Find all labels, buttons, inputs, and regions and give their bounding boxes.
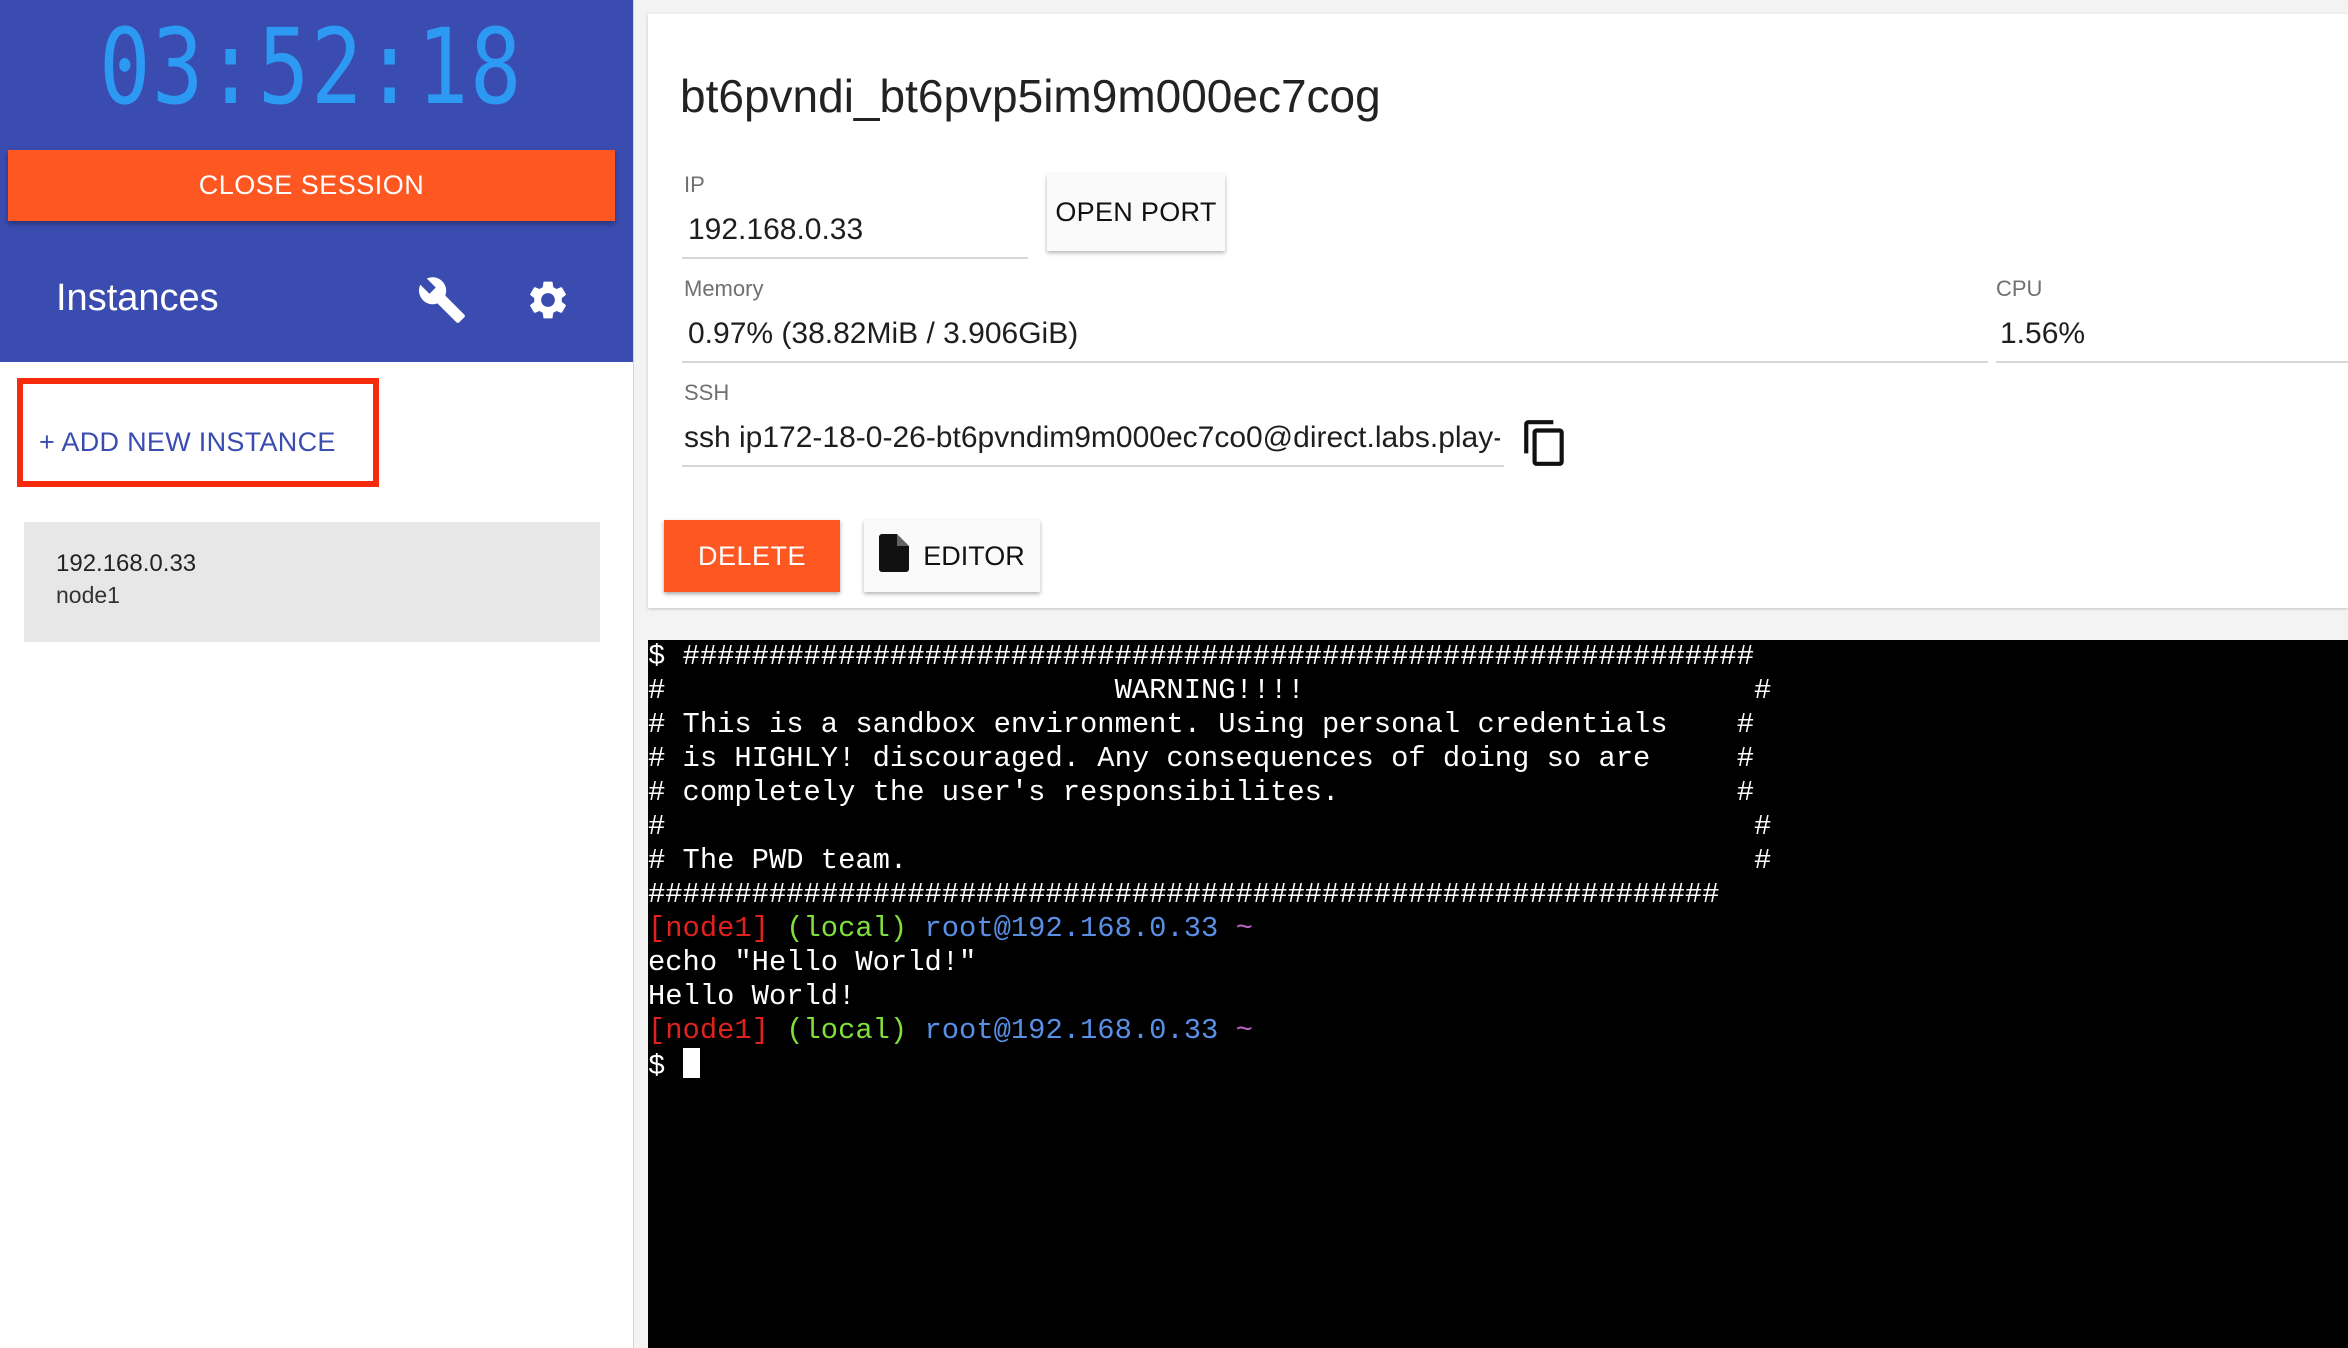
input-prefix: $	[648, 1050, 683, 1083]
prompt-dir: ~	[1235, 1014, 1253, 1047]
terminal-banner-line: # is HIGHLY! discouraged. Any consequenc…	[648, 742, 1754, 775]
instances-title: Instances	[56, 277, 219, 319]
ip-field[interactable]: 192.168.0.33	[688, 210, 1028, 250]
prompt-env: (local)	[786, 1014, 908, 1047]
memory-label: Memory	[684, 276, 764, 301]
ssh-label: SSH	[684, 380, 730, 405]
terminal-command: echo "Hello World!"	[648, 946, 977, 979]
prompt-host: [node1]	[648, 912, 769, 945]
terminal-input-line[interactable]: $	[648, 1048, 2348, 1083]
terminal-banner-line: # This is a sandbox environment. Using p…	[648, 708, 1754, 741]
instance-name: node1	[56, 582, 120, 608]
editor-button[interactable]: EDITOR	[864, 520, 1040, 592]
terminal-banner-line: # The PWD team. #	[648, 844, 1772, 877]
open-port-button[interactable]: OPEN PORT	[1047, 174, 1225, 251]
terminal-banner-line: # #	[648, 810, 1772, 843]
cpu-field: 1.56%	[2000, 317, 2086, 350]
gear-icon[interactable]	[520, 272, 576, 328]
terminal-cursor	[682, 1048, 700, 1078]
wrench-icon[interactable]	[414, 272, 470, 328]
prompt-user: root@192.168.0.33	[924, 1014, 1219, 1047]
terminal-banner-line: ########################################…	[648, 878, 1720, 911]
delete-button[interactable]: DELETE	[664, 520, 840, 592]
terminal-prompt: [node1] (local) root@192.168.0.33 ~	[648, 1014, 2348, 1048]
prompt-host: [node1]	[648, 1014, 769, 1047]
instance-ip: 192.168.0.33	[56, 550, 197, 577]
instance-list-item[interactable]: 192.168.0.33 node1	[24, 522, 600, 642]
ssh-field[interactable]: ssh ip172-18-0-26-bt6pvndim9m000ec7co0@d…	[684, 418, 1500, 458]
sidebar-header: 03:52:18 CLOSE SESSION Instances	[0, 0, 633, 362]
ip-label: IP	[684, 172, 705, 197]
terminal-banner-line: # WARNING!!!! #	[648, 674, 1772, 707]
file-icon	[879, 533, 910, 579]
terminal[interactable]: $ ######################################…	[648, 640, 2348, 1348]
editor-button-label: EDITOR	[923, 540, 1025, 571]
terminal-prompt: [node1] (local) root@192.168.0.33 ~	[648, 912, 2348, 946]
memory-field: 0.97% (38.82MiB / 3.906GiB)	[688, 317, 1079, 350]
terminal-banner-line: # completely the user's responsibilites.…	[648, 776, 1754, 809]
cpu-underline	[1996, 361, 2348, 363]
sidebar: 03:52:18 CLOSE SESSION Instances + ADD N…	[0, 0, 634, 1348]
memory-underline	[682, 361, 1988, 363]
close-session-button[interactable]: CLOSE SESSION	[8, 150, 615, 221]
copy-icon[interactable]	[1520, 418, 1570, 468]
session-timer: 03:52:18	[99, 6, 523, 128]
terminal-output: Hello World!	[648, 980, 856, 1013]
ssh-underline	[682, 465, 1504, 467]
terminal-banner-line: $ ######################################…	[648, 640, 1754, 673]
prompt-user: root@192.168.0.33	[924, 912, 1219, 945]
cpu-label: CPU	[1996, 276, 2043, 301]
prompt-dir: ~	[1235, 912, 1253, 945]
prompt-env: (local)	[786, 912, 908, 945]
add-new-instance-button[interactable]: + ADD NEW INSTANCE	[39, 424, 336, 460]
ip-underline	[682, 257, 1028, 259]
instance-title: bt6pvndi_bt6pvp5im9m000ec7cog	[680, 70, 1381, 122]
